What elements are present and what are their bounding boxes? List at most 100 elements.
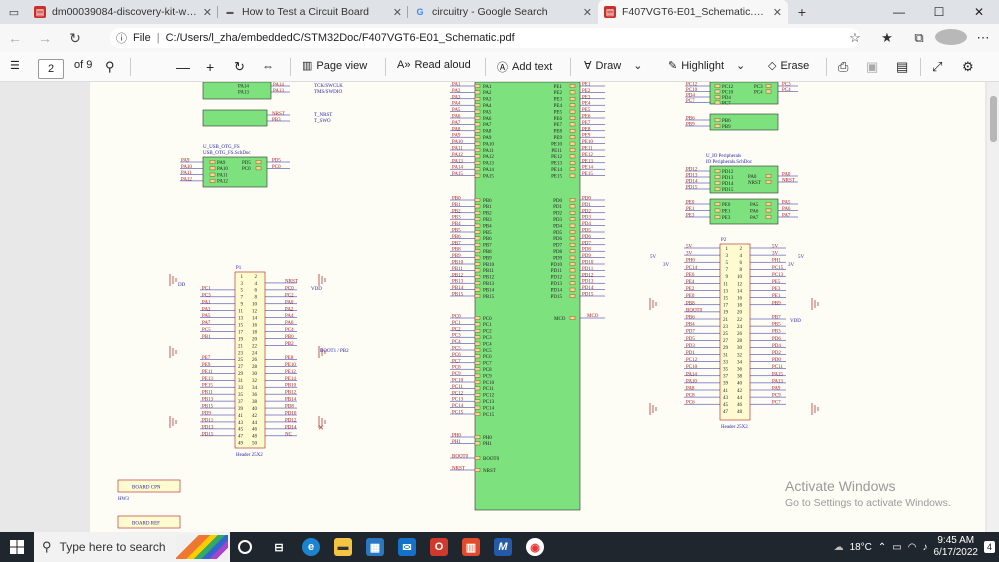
more-icon[interactable]: ⋯ <box>967 30 999 46</box>
back-icon[interactable]: ← <box>0 30 30 46</box>
pin-port <box>569 274 576 279</box>
contents-icon[interactable]: ☰ <box>10 59 20 72</box>
settings-gear-icon[interactable]: ⚙ <box>962 59 974 75</box>
file-explorer-icon[interactable]: ▬ <box>334 538 352 556</box>
maximize-icon[interactable]: ☐ <box>919 0 959 24</box>
read-aloud-button[interactable]: A» Read aloud <box>397 59 471 71</box>
close-tab-icon[interactable]: ✕ <box>203 6 212 19</box>
chrome-icon[interactable]: ◉ <box>526 538 544 556</box>
net-label: PB11 <box>452 267 463 272</box>
page-view-button[interactable]: ▥ Page view <box>302 59 367 73</box>
clock[interactable]: 9:45 AM 6/17/2022 <box>933 535 978 559</box>
net-label: PE5 <box>582 108 591 113</box>
save-icon[interactable]: ▣ <box>866 59 878 75</box>
fit-page-icon[interactable]: ⇔ <box>262 59 274 73</box>
net-label: PA10 <box>452 140 463 145</box>
tab-discovery-kit[interactable]: ▤ dm00039084-discovery-kit-with- ✕ <box>28 0 218 24</box>
matlab-icon[interactable]: M <box>494 538 512 556</box>
scrollbar-thumb[interactable] <box>990 96 997 142</box>
save-as-icon[interactable]: ▤ <box>896 59 908 75</box>
close-icon[interactable]: ✕ <box>959 0 999 24</box>
pin-label: PA11 <box>483 149 494 154</box>
url-field[interactable]: ⓘ File | C:/Users/l_zha/embeddedC/STM32D… <box>110 28 860 48</box>
print-icon[interactable]: ⎙ <box>838 59 848 75</box>
zoom-out-icon[interactable]: — <box>176 59 190 75</box>
pin-label: PA14 <box>238 85 249 90</box>
chevron-down-icon[interactable]: ⌄ <box>633 59 642 72</box>
net-label: PB12 <box>452 273 464 278</box>
vertical-scrollbar[interactable] <box>987 82 999 532</box>
expand-icon[interactable]: ⤢ <box>932 59 942 75</box>
read-mode-icon[interactable]: ☆ <box>839 30 871 46</box>
edge-icon[interactable]: e <box>302 538 320 556</box>
store-icon[interactable]: ▦ <box>366 538 384 556</box>
temperature[interactable]: 18°C <box>850 542 872 553</box>
red-app-icon[interactable]: ▥ <box>462 538 480 556</box>
pin-port <box>569 154 576 159</box>
close-tab-icon[interactable]: ✕ <box>583 6 592 19</box>
pin-number: 15 <box>723 297 729 302</box>
volume-icon[interactable]: ♪ <box>922 542 927 553</box>
wifi-icon[interactable]: ◠ <box>908 542 917 553</box>
pin-label: PA9 <box>483 136 492 141</box>
notification-icon[interactable]: 4 <box>983 541 995 553</box>
zoom-in-icon[interactable]: + <box>206 59 214 75</box>
net-label: PD1 <box>686 351 695 356</box>
mail-icon[interactable]: ✉ <box>398 538 416 556</box>
windows-start-icon[interactable] <box>0 540 34 554</box>
net-label: PE15 <box>202 384 213 389</box>
info-icon[interactable]: ⓘ <box>116 30 127 46</box>
close-tab-icon[interactable]: ✕ <box>393 6 402 19</box>
power-label: 5V <box>650 255 657 260</box>
chevron-down-icon[interactable]: ⌄ <box>736 59 745 72</box>
power-label: 3V <box>663 263 670 268</box>
minimize-icon[interactable]: — <box>879 0 919 24</box>
rotate-icon[interactable]: ↻ <box>234 59 245 75</box>
net-label: PC5 <box>202 328 211 333</box>
draw-button[interactable]: ∀ Draw ⌄ <box>584 59 642 73</box>
tab-google-search[interactable]: G circuitry - Google Search ✕ <box>408 0 598 24</box>
tray-chevron-icon[interactable]: ⌃ <box>878 542 886 553</box>
close-tab-icon[interactable]: ✕ <box>773 6 782 19</box>
pin-number: 29 <box>238 372 244 377</box>
pin-number: 12 <box>737 282 743 287</box>
pin-label: PB14 <box>483 288 495 293</box>
page-number-input[interactable]: 2 <box>38 59 64 79</box>
network-icon[interactable]: ▭ <box>892 542 901 553</box>
pin-label: PD11 <box>551 269 563 274</box>
weather-icon[interactable]: ☁ <box>834 542 844 553</box>
net-label: 3V <box>772 252 779 257</box>
net-label: PD12 <box>285 418 297 423</box>
erase-button[interactable]: ◇ Erase <box>768 59 809 73</box>
add-text-button[interactable]: Ⓐ Add text <box>497 59 552 75</box>
highlight-button[interactable]: ✎ Highlight ⌄ <box>668 59 745 73</box>
forward-icon[interactable]: → <box>30 30 60 46</box>
net-label: PB3 <box>452 216 461 221</box>
pin-label: PA2 <box>483 91 492 96</box>
net-label: PH1 <box>452 440 461 445</box>
tab-actions-icon[interactable]: ▭ <box>0 0 28 24</box>
task-view-icon[interactable]: ⊟ <box>270 538 288 556</box>
pin-port <box>474 316 481 320</box>
favorites-icon[interactable]: ★ <box>871 30 903 46</box>
pin-number: 25 <box>723 332 729 337</box>
taskbar-search-box[interactable]: ⚲ Type here to search <box>34 532 230 562</box>
pdf-viewer[interactable]: PA14 PA14 TCK/SWCLK PA13 PA13 TMS/SWDIO NRST NR… <box>0 82 999 532</box>
new-tab-button[interactable]: + <box>788 0 816 24</box>
office-icon[interactable]: O <box>430 538 448 556</box>
pin-port <box>474 148 481 152</box>
tab-how-to-test[interactable]: ▬ How to Test a Circuit Board ✕ <box>218 0 408 24</box>
net-label: NC <box>285 432 293 437</box>
collections-icon[interactable]: ⧉ <box>903 30 935 46</box>
find-icon[interactable]: ⚲ <box>105 59 115 75</box>
net-label: PD0 <box>582 197 591 202</box>
profile-avatar[interactable] <box>935 28 967 48</box>
tab-schematic-pdf[interactable]: ▤ F407VGT6-E01_Schematic.pdf ✕ <box>598 0 788 24</box>
pin-label: PD4 <box>722 96 731 101</box>
refresh-icon[interactable]: ↻ <box>60 30 90 47</box>
no-connect-mark: ✕ <box>318 424 324 432</box>
net-label: PA2 <box>285 307 294 312</box>
cortana-icon[interactable] <box>238 540 252 554</box>
net-label: PD3 <box>686 344 695 349</box>
pin-port <box>474 249 481 254</box>
